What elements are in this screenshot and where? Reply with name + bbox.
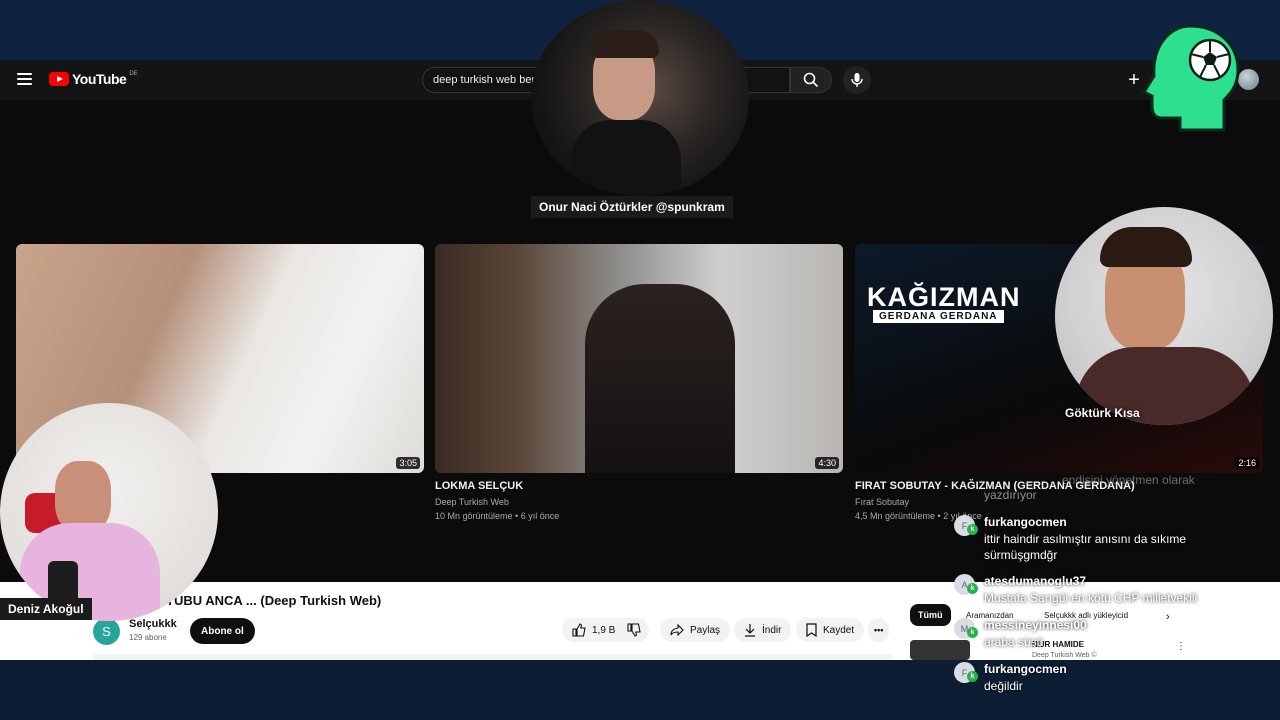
video-duration: 2:16	[1235, 457, 1259, 469]
streamer-name-tag: Göktürk Kısa	[1065, 406, 1140, 420]
stream-overlay: YouTube DE + 3:05 4:30 LOKMA	[0, 0, 1280, 720]
plus-icon: +	[1128, 69, 1140, 91]
description-box[interactable]	[93, 654, 893, 660]
chevron-right-icon[interactable]: ›	[1166, 611, 1170, 623]
video-thumbnail[interactable]: 4:30	[435, 244, 843, 473]
like-count: 1,9 B	[592, 624, 616, 636]
chat-faded-text: yazdırıyor	[984, 488, 1037, 502]
share-label: Paylaş	[690, 624, 721, 636]
thumbs-down-icon	[627, 623, 641, 637]
hair-shape	[1100, 227, 1192, 267]
thumbs-up-icon	[572, 623, 586, 637]
video-duration: 4:30	[815, 457, 839, 469]
logo-region: DE	[129, 71, 138, 77]
platform-badge-icon: k	[967, 524, 978, 535]
download-button[interactable]: İndir	[734, 618, 792, 642]
chat-username: furkangocmen	[984, 515, 1067, 529]
chat-text: araba süsü	[984, 635, 1044, 649]
video-channel[interactable]: Deep Turkish Web	[435, 497, 509, 507]
chat-faded-text: endisini yönetmen olarak	[1062, 473, 1195, 487]
streamer-name-tag: Onur Naci Öztürkler @spunkram	[531, 196, 733, 218]
subscribe-button[interactable]: Abone ol	[190, 618, 255, 644]
video-duration: 3:05	[396, 457, 420, 469]
related-video-channel: Deep Turkish Web ©	[1032, 652, 1097, 659]
video-title[interactable]: LOKMA SELÇUK	[435, 480, 523, 492]
chat-username: furkangocmen	[984, 662, 1067, 676]
video-channel[interactable]: Fırat Sobutay	[855, 497, 909, 507]
download-label: İndir	[762, 624, 782, 636]
person-silhouette	[585, 284, 735, 473]
hair-shape	[591, 30, 659, 58]
bookmark-icon	[806, 623, 817, 637]
chat-text: ittir haindir asılmıştır anısını da sıkı…	[984, 532, 1187, 562]
youtube-logo[interactable]: YouTube DE	[49, 71, 138, 87]
chat-username: atesdumanoglu37	[984, 574, 1087, 588]
save-button[interactable]: Kaydet	[796, 618, 865, 642]
filter-chip-all[interactable]: Tümü	[910, 604, 951, 626]
platform-badge-icon: k	[967, 583, 978, 594]
chat-text: değildir	[984, 679, 1023, 693]
related-video-thumbnail[interactable]	[910, 640, 970, 660]
thumbnail-subtitle-text: GERDANA GERDANA	[873, 310, 1004, 323]
webcam-right	[1055, 207, 1273, 425]
chat-username: messineyinnesi00	[984, 618, 1087, 632]
platform-badge-icon: k	[967, 671, 978, 682]
channel-avatar[interactable]: S	[93, 618, 120, 645]
webcam-top	[531, 0, 749, 196]
subscriber-count: 129 abone	[129, 633, 167, 642]
voice-search-button[interactable]	[843, 66, 871, 94]
microphone-icon	[851, 73, 863, 87]
shirt-shape	[571, 120, 681, 196]
share-button[interactable]: Paylaş	[660, 618, 731, 642]
menu-icon[interactable]	[17, 73, 32, 85]
chat-text: Mustafa Sarıgül en kötü CHP milletvekili	[984, 591, 1198, 605]
youtube-play-icon	[49, 72, 69, 86]
dislike-button[interactable]	[619, 618, 649, 642]
webcam-left	[0, 403, 218, 621]
watch-title: TUBU ANCA ... (Deep Turkish Web)	[166, 593, 382, 608]
more-icon: •••	[874, 625, 884, 635]
thumbnail-title-text: KAĞIZMAN	[867, 282, 1021, 312]
video-meta: 10 Mn görüntüleme • 6 yıl önce	[435, 511, 560, 521]
share-icon	[670, 624, 684, 636]
search-button[interactable]	[790, 67, 832, 93]
logo-text: YouTube	[72, 71, 127, 87]
search-icon	[803, 72, 819, 88]
platform-badge-icon: k	[967, 627, 978, 638]
streamer-name-tag: Deniz Akoğul	[0, 598, 92, 620]
more-actions-button[interactable]: •••	[868, 618, 890, 642]
save-label: Kaydet	[823, 624, 855, 636]
head-football-logo-icon	[1141, 24, 1240, 132]
download-icon	[745, 624, 755, 637]
